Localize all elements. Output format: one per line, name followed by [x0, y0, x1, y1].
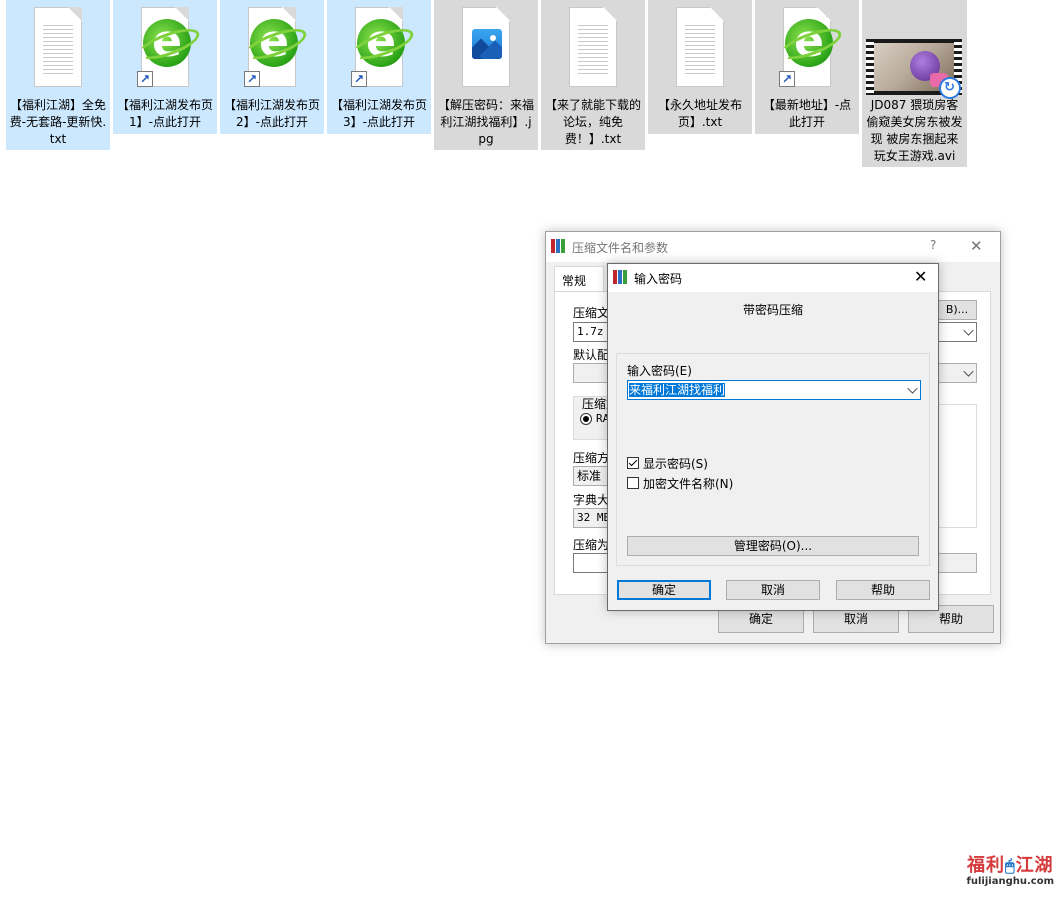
shortcut-arrow-icon: ↗ — [351, 71, 367, 87]
chevron-down-icon — [963, 366, 974, 377]
ie-shortcut-icon: e ↗ — [347, 5, 417, 89]
split-label: 压缩为 — [573, 538, 610, 552]
password-dialog-titlebar: 输入密码 ✕ — [608, 264, 938, 292]
file-item-4[interactable]: e ↗ 【福利江湖发布页3】-点此打开 — [327, 0, 431, 134]
ie-shortcut-icon: e ↗ — [240, 5, 310, 89]
mouse-icon: 🖱 — [1004, 856, 1016, 875]
shortcut-arrow-icon: ↗ — [244, 71, 260, 87]
dict-label: 字典大 — [573, 493, 610, 507]
password-value: 来福利江湖找福利 — [629, 383, 726, 397]
ie-shortcut-icon: e ↗ — [775, 5, 845, 89]
tab-general[interactable]: 常规 — [554, 266, 604, 292]
file-name: 【永久地址发布页】.txt — [657, 98, 742, 129]
default-profile-label: 默认配 — [573, 348, 610, 362]
file-item-7[interactable]: 【永久地址发布页】.txt — [648, 0, 752, 134]
watermark-part2: 江湖 — [1015, 855, 1054, 876]
archive-dialog-title: 压缩文件名和参数 — [572, 241, 669, 255]
image-file-icon — [454, 5, 518, 89]
file-name: 【福利江湖发布页3】-点此打开 — [330, 98, 427, 129]
show-password-label[interactable]: 显示密码(S) — [643, 455, 708, 472]
browse-button[interactable]: B)... — [937, 300, 977, 320]
shortcut-arrow-icon: ↗ — [137, 71, 153, 87]
enter-password-label: 输入密码(E) — [627, 364, 692, 378]
winrar-icon — [613, 270, 629, 284]
file-name: 【最新地址】-点此打开 — [762, 98, 852, 129]
password-group: 输入密码(E) 来福利江湖找福利 显示密码(S) 加密文件名称(N) 管理密码(… — [616, 353, 930, 566]
watermark-main: 福利🖱江湖 — [967, 856, 1054, 876]
watermark-part1: 福利 — [966, 855, 1005, 876]
text-file-icon — [668, 5, 732, 89]
file-item-9[interactable]: ↻ JD087 猥琐房客偷窥美女房东被发现 被房东捆起来玩女王游戏.avi — [862, 0, 967, 167]
password-input[interactable]: 来福利江湖找福利 — [627, 380, 921, 400]
ie-shortcut-icon: e ↗ — [133, 5, 203, 89]
password-dialog-heading: 带密码压缩 — [742, 303, 803, 317]
help-icon[interactable]: ? — [930, 238, 936, 252]
file-item-6[interactable]: 【来了就能下载的论坛，纯免费！】.txt — [541, 0, 645, 150]
watermark-logo: 福利🖱江湖 fulijianghu.com — [967, 856, 1054, 888]
chevron-down-icon[interactable] — [963, 325, 974, 336]
watermark-sub: fulijianghu.com — [966, 876, 1054, 887]
password-dialog: 输入密码 ✕ 带密码压缩 输入密码(E) 来福利江湖找福利 显示密码(S) 加密… — [607, 263, 939, 611]
sync-badge-icon: ↻ — [938, 77, 961, 99]
file-item-8[interactable]: e ↗ 【最新地址】-点此打开 — [755, 0, 859, 134]
chevron-down-icon[interactable] — [907, 383, 918, 394]
password-help-button[interactable]: 帮助 — [836, 580, 930, 600]
text-file-icon — [561, 5, 625, 89]
rar-radio[interactable] — [580, 413, 592, 425]
archive-name-label: 压缩文 — [573, 306, 610, 320]
close-icon[interactable]: ✕ — [970, 237, 983, 255]
file-item-5[interactable]: 【解压密码：来福利江湖找福利】.jpg — [434, 0, 538, 150]
winrar-icon — [551, 239, 567, 253]
encrypt-names-label[interactable]: 加密文件名称(N) — [643, 475, 733, 492]
file-item-1[interactable]: 【福利江湖】全免费-无套路-更新快.txt — [6, 0, 110, 150]
archive-dialog-titlebar: 压缩文件名和参数 ? ✕ — [546, 232, 1000, 262]
file-name: 【解压密码：来福利江湖找福利】.jpg — [437, 98, 534, 146]
options-group — [933, 404, 977, 528]
encrypt-names-checkbox[interactable] — [627, 477, 639, 489]
show-password-checkbox[interactable] — [627, 457, 639, 469]
video-file-icon: ↻ — [865, 5, 965, 99]
right-field[interactable] — [935, 553, 977, 573]
password-cancel-button[interactable]: 取消 — [726, 580, 820, 600]
password-ok-button[interactable]: 确定 — [617, 580, 711, 600]
shortcut-arrow-icon: ↗ — [779, 71, 795, 87]
file-name: JD087 猥琐房客偷窥美女房东被发现 被房东捆起来玩女王游戏.avi — [866, 98, 963, 163]
method-label: 压缩方 — [573, 451, 610, 465]
manage-passwords-button[interactable]: 管理密码(O)... — [627, 536, 919, 556]
file-item-2[interactable]: e ↗ 【福利江湖发布页1】-点此打开 — [113, 0, 217, 134]
file-name: 【福利江湖】全免费-无套路-更新快.txt — [9, 98, 107, 146]
password-dialog-title: 输入密码 — [634, 272, 683, 286]
tab-general-label: 常规 — [562, 274, 587, 288]
archive-name-value: 1.7z — [577, 325, 604, 338]
file-name: 【来了就能下载的论坛，纯免费！】.txt — [544, 98, 641, 146]
text-file-icon — [26, 5, 90, 89]
close-icon[interactable]: ✕ — [914, 267, 927, 286]
file-name: 【福利江湖发布页2】-点此打开 — [223, 98, 320, 129]
file-item-3[interactable]: e ↗ 【福利江湖发布页2】-点此打开 — [220, 0, 324, 134]
file-name: 【福利江湖发布页1】-点此打开 — [116, 98, 213, 129]
